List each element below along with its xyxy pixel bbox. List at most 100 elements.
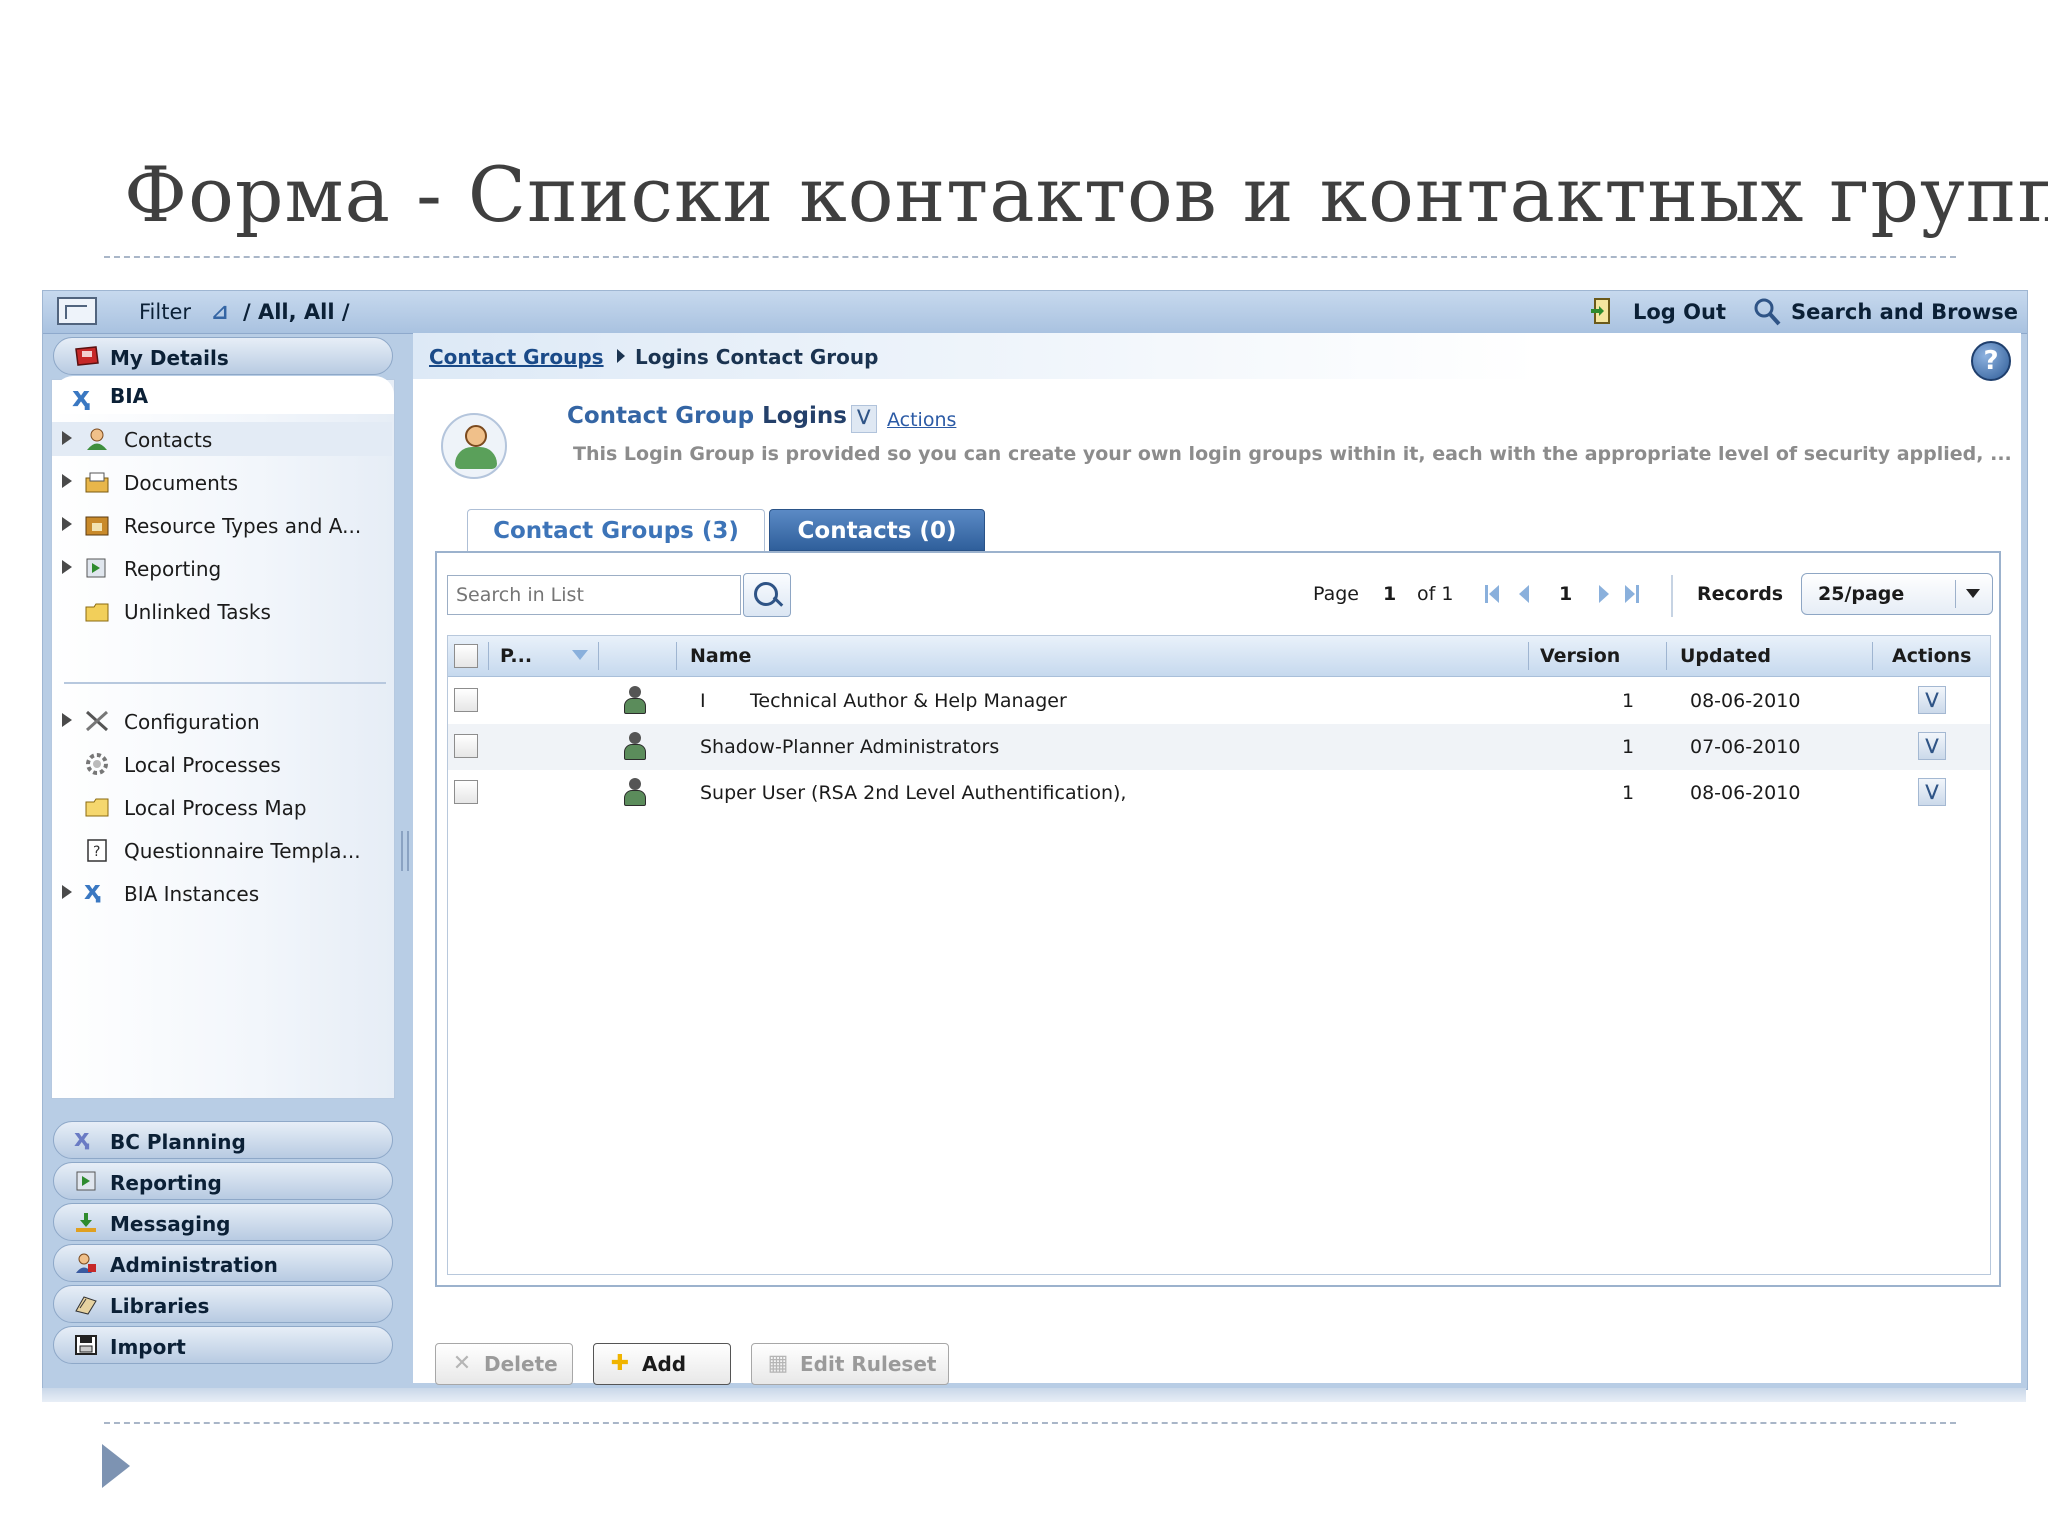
page-number-input[interactable]: 1 — [1559, 583, 1572, 605]
sidebar-item-documents[interactable]: Documents — [52, 465, 392, 499]
expand-arrow-icon[interactable] — [62, 431, 72, 445]
add-button[interactable]: ✚ Add — [593, 1343, 731, 1385]
expand-arrow-icon[interactable] — [62, 713, 72, 727]
table-row[interactable]: Super User (RSA 2nd Level Authentificati… — [448, 770, 1990, 816]
search-button[interactable] — [743, 573, 791, 617]
reporting-icon — [74, 1170, 98, 1192]
breadcrumb: Contact Groups Logins Contact Group ? — [413, 333, 2021, 381]
sidebar-item-reporting[interactable]: Reporting — [52, 551, 392, 585]
row-updated: 08-06-2010 — [1690, 782, 1801, 804]
sidebar-section-administration[interactable]: Administration — [53, 1244, 393, 1282]
sidebar-section-bc-planning[interactable]: ҳ BC Planning — [53, 1121, 393, 1159]
sidebar-section-messaging[interactable]: Messaging — [53, 1203, 393, 1241]
last-page-icon[interactable] — [1625, 585, 1635, 603]
filter-panel-icon[interactable] — [57, 297, 97, 325]
breadcrumb-current: Logins Contact Group — [635, 345, 879, 369]
sort-icon[interactable] — [572, 650, 588, 660]
search-browse-link[interactable]: Search and Browse — [1791, 300, 2018, 324]
user-group-icon — [622, 778, 648, 808]
row-prefix: I — [700, 690, 706, 712]
row-checkbox[interactable] — [454, 734, 478, 758]
row-actions-chevron-icon[interactable]: ⋁ — [1918, 732, 1946, 760]
actions-link[interactable]: Actions — [887, 409, 956, 431]
page-of: of 1 — [1417, 583, 1454, 605]
svg-text:?: ? — [93, 844, 100, 860]
filter-label[interactable]: Filter — [139, 300, 191, 324]
first-page-bar — [1485, 585, 1488, 603]
bullet-arrow-icon — [102, 1444, 130, 1488]
table-row[interactable]: I Technical Author & Help Manager 1 08-0… — [448, 678, 1990, 724]
logout-icon[interactable] — [1589, 297, 1615, 330]
next-page-icon[interactable] — [1599, 585, 1609, 603]
sidebar-item-local-process-map[interactable]: Local Process Map — [52, 790, 392, 824]
row-actions-chevron-icon[interactable]: ⋁ — [1918, 778, 1946, 806]
bia-icon: ҳ — [84, 876, 101, 906]
actions-chevron-icon[interactable]: ⋁ — [851, 405, 877, 433]
sidebar-item-questionnaire-templates[interactable]: ? Questionnaire Templa... — [52, 833, 392, 867]
sidebar-divider — [64, 682, 386, 684]
table-row[interactable]: Shadow-Planner Administrators 1 07-06-20… — [448, 724, 1990, 770]
column-p[interactable]: P... — [500, 645, 532, 667]
search-input[interactable] — [447, 575, 741, 615]
page-label: Page — [1313, 583, 1359, 605]
sidebar-section-bia[interactable]: ҳ BIA — [54, 376, 394, 414]
sidebar-item-bia-instances[interactable]: ҳ BIA Instances — [52, 876, 392, 910]
first-page-icon[interactable] — [1489, 585, 1499, 603]
filter-chevron-icon[interactable]: ⊿ — [211, 300, 229, 324]
administration-icon — [74, 1252, 98, 1274]
contact-group-icon — [441, 413, 507, 479]
group-description: This Login Group is provided so you can … — [573, 443, 2012, 465]
reporting-icon — [84, 556, 110, 580]
row-name[interactable]: Super User (RSA 2nd Level Authentificati… — [700, 782, 1126, 804]
tab-contact-groups[interactable]: Contact Groups (3) — [467, 509, 765, 551]
logout-link[interactable]: Log Out — [1633, 300, 1726, 324]
row-checkbox[interactable] — [454, 688, 478, 712]
resource-types-icon — [84, 513, 110, 537]
row-version: 1 — [1622, 782, 1635, 804]
sidebar-splitter-handle[interactable] — [401, 831, 409, 871]
expand-arrow-icon[interactable] — [62, 885, 72, 899]
row-version: 1 — [1622, 736, 1635, 758]
expand-arrow-icon[interactable] — [62, 474, 72, 488]
edit-ruleset-button[interactable]: ▦ Edit Ruleset — [751, 1343, 949, 1385]
sidebar-section-my-details[interactable]: My Details — [53, 337, 393, 375]
expand-arrow-icon[interactable] — [62, 560, 72, 574]
sidebar-section-reporting[interactable]: Reporting — [53, 1162, 393, 1200]
column-version[interactable]: Version — [1540, 645, 1620, 667]
chevron-down-icon[interactable] — [1955, 580, 1992, 608]
list-panel: Page 1 of 1 1 Records 25/page P... — [435, 551, 2001, 1287]
tab-contacts[interactable]: Contacts (0) — [769, 509, 985, 551]
help-icon[interactable]: ? — [1971, 341, 2011, 381]
row-actions-chevron-icon[interactable]: ⋁ — [1918, 686, 1946, 714]
prev-page-icon[interactable] — [1519, 585, 1529, 603]
configuration-icon — [84, 709, 110, 733]
sidebar-item-contacts[interactable]: Contacts — [52, 422, 392, 456]
app-status-strip — [42, 1388, 2026, 1402]
sidebar-item-local-processes[interactable]: Local Processes — [52, 747, 392, 781]
contacts-icon — [84, 427, 110, 451]
column-name[interactable]: Name — [690, 645, 751, 667]
expand-arrow-icon[interactable] — [62, 517, 72, 531]
search-icon[interactable] — [1753, 297, 1781, 332]
select-all-checkbox[interactable] — [454, 644, 478, 668]
breadcrumb-contact-groups-link[interactable]: Contact Groups — [429, 345, 604, 369]
row-checkbox[interactable] — [454, 780, 478, 804]
records-per-page-select[interactable]: 25/page — [1801, 573, 1993, 615]
unlinked-tasks-icon — [84, 599, 110, 623]
last-page-bar — [1636, 585, 1639, 603]
column-updated[interactable]: Updated — [1680, 645, 1771, 667]
questionnaire-icon: ? — [84, 838, 110, 862]
sidebar-item-unlinked-tasks[interactable]: Unlinked Tasks — [52, 594, 392, 628]
contact-groups-table: P... Name Version Updated Actions I Tech… — [447, 635, 1991, 1275]
row-name[interactable]: Technical Author & Help Manager — [750, 690, 1067, 712]
row-name[interactable]: Shadow-Planner Administrators — [700, 736, 999, 758]
breadcrumb-arrow-icon — [617, 349, 625, 363]
main-content: Contact Groups Logins Contact Group ? Co… — [413, 333, 2021, 1385]
sidebar-section-import[interactable]: Import — [53, 1326, 393, 1364]
close-icon: ✕ — [452, 1351, 472, 1376]
delete-button[interactable]: ✕ Delete — [435, 1343, 573, 1385]
sidebar-section-libraries[interactable]: Libraries — [53, 1285, 393, 1323]
sidebar-item-resource-types[interactable]: Resource Types and A... — [52, 508, 392, 542]
filter-value[interactable]: / All, All / — [243, 300, 350, 324]
sidebar-item-configuration[interactable]: Configuration — [52, 704, 392, 738]
